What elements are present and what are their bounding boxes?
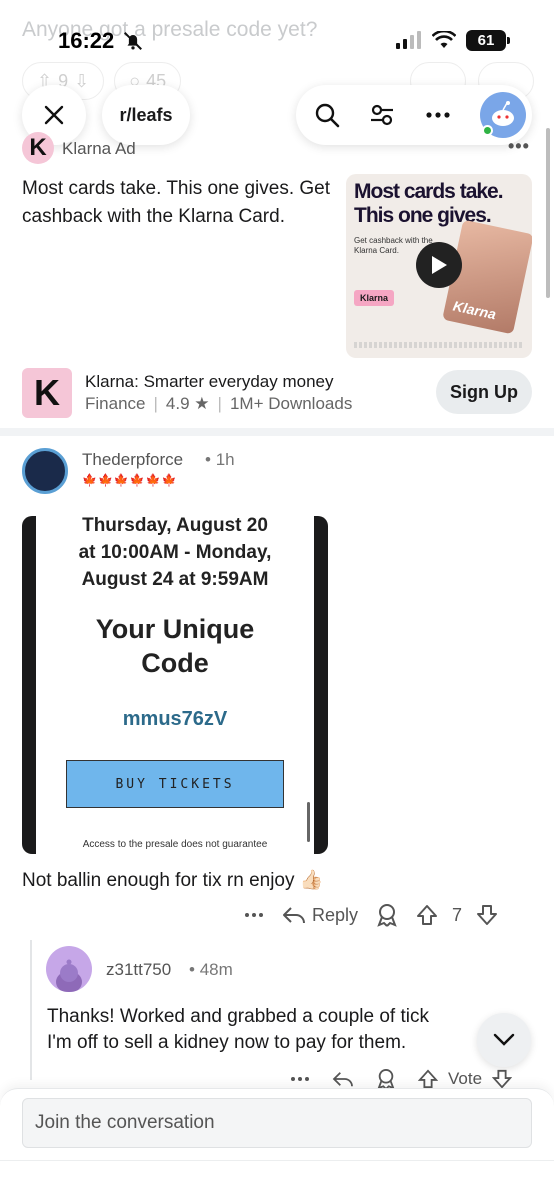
comment-username[interactable]: Thederpforce: [82, 450, 183, 470]
status-time: 16:22: [58, 28, 115, 53]
advertiser-name[interactable]: Klarna Ad: [62, 139, 136, 159]
more-button[interactable]: [425, 102, 451, 128]
access-disclaimer: Access to the presale does not guarantee: [82, 839, 268, 850]
reply-more-button[interactable]: [290, 1076, 310, 1082]
downvote-icon: ⇩: [74, 70, 90, 91]
downvote-icon[interactable]: [476, 904, 498, 926]
app-category: Finance: [85, 394, 146, 413]
app-icon[interactable]: K: [22, 368, 72, 418]
reply-username[interactable]: z31tt750: [106, 960, 171, 980]
reply-award-button[interactable]: [376, 1068, 396, 1090]
search-icon: [315, 103, 340, 128]
award-icon: [377, 904, 397, 927]
comment-image[interactable]: Thursday, August 20 at 10:00AM - Monday,…: [22, 516, 328, 854]
advertiser-logo[interactable]: K: [22, 132, 54, 164]
sort-button[interactable]: [369, 102, 395, 128]
reply-body-line1: Thanks! Worked and grabbed a couple of t…: [47, 1006, 429, 1027]
sign-up-button[interactable]: Sign Up: [436, 370, 532, 414]
presale-code: mmus76zV: [122, 708, 228, 730]
app-rating-value: 4.9: [165, 394, 190, 413]
advertiser-name-text: Klarna: [62, 139, 112, 158]
ad-image-brand: Klarna: [354, 290, 395, 306]
meta-separator: |: [217, 394, 222, 413]
ad-image-headline: Most cards take. This one gives.: [354, 180, 504, 228]
search-button[interactable]: [314, 102, 340, 128]
ad-more-options-button[interactable]: •••: [508, 136, 530, 157]
subreddit-button[interactable]: r/leafs: [102, 85, 190, 145]
reply-button[interactable]: Reply: [282, 905, 358, 926]
battery-indicator: 61: [466, 29, 510, 51]
presale-dates: Thursday, August 20 at 10:00AM - Monday,…: [36, 516, 314, 593]
wifi-icon: [432, 31, 456, 48]
ad-fine-print: [354, 342, 524, 348]
bell-muted-icon: [124, 32, 142, 50]
join-conversation-input[interactable]: Join the conversation: [22, 1098, 532, 1148]
app-rating: 4.9 ★: [166, 394, 210, 414]
presale-dates-line3: August 24 at 9:59AM: [81, 569, 269, 590]
ad-video-thumbnail[interactable]: Most cards take. This one gives. Get cas…: [346, 174, 532, 358]
ad-image-headline-line1: Most cards take.: [354, 180, 504, 203]
buy-tickets-button-image: BUY TICKETS: [66, 760, 284, 808]
presale-dates-line2: at 10:00AM - Monday,: [78, 542, 272, 563]
unique-code-heading-line1: Your Unique: [95, 614, 255, 644]
award-button[interactable]: [376, 903, 398, 927]
vote-controls: 7: [416, 904, 498, 926]
vote-count: 7: [452, 904, 463, 925]
reply-icon: [283, 907, 305, 924]
bottom-separator: [0, 1160, 554, 1161]
sliders-icon: [371, 104, 394, 126]
chevron-down-icon: [493, 1033, 515, 1046]
thread-line[interactable]: [30, 940, 32, 1080]
upvote-icon[interactable]: [418, 1069, 438, 1089]
reply-label: Reply: [312, 904, 359, 925]
reply-vote-controls: Vote: [418, 1069, 513, 1089]
commenter-avatar[interactable]: [22, 448, 68, 494]
screenshot-scrollbar: [307, 802, 310, 842]
comment-time-value: 1h: [215, 450, 235, 469]
more-dots-icon: [291, 1077, 309, 1081]
section-divider: [0, 428, 554, 436]
close-icon: [44, 105, 64, 125]
vote-label: Vote: [448, 1069, 483, 1088]
app-meta: Finance | 4.9 ★ | 1M+ Downloads: [85, 394, 352, 414]
reply-avatar[interactable]: [46, 946, 92, 992]
ad-text[interactable]: Most cards take. This one gives. Get cas…: [22, 175, 340, 231]
comment-more-button[interactable]: [244, 912, 264, 918]
award-icon: [377, 1069, 395, 1090]
unique-code-heading-line2: Code: [141, 648, 209, 678]
reply-icon: [332, 1072, 353, 1087]
play-button[interactable]: [416, 242, 462, 288]
reply-timestamp: • 48m: [189, 960, 233, 979]
comment-body: Not ballin enough for tix rn enjoy 👍🏻: [22, 870, 324, 891]
reply-body-line2: I'm off to sell a kidney now to pay for …: [47, 1032, 407, 1053]
ad-label: Ad: [114, 139, 136, 158]
status-icons: 61: [396, 28, 510, 52]
downvote-icon[interactable]: [492, 1069, 513, 1089]
more-dots-icon: [245, 913, 263, 917]
presale-dates-line1: Thursday, August 20: [82, 516, 268, 536]
collapse-button[interactable]: [477, 1013, 531, 1067]
user-avatar[interactable]: [479, 92, 526, 138]
comment-actions: Reply 7: [244, 900, 498, 930]
upvote-icon[interactable]: [416, 904, 438, 926]
app-downloads: 1M+ Downloads: [229, 394, 353, 413]
card-brand: Klarna: [451, 297, 498, 323]
topbar-actions: [296, 85, 532, 145]
snoo-avatar-icon: [56, 959, 82, 992]
scroll-indicator: [546, 128, 550, 298]
user-flair: 🍁🍁🍁🍁🍁🍁: [82, 473, 178, 487]
play-icon: [432, 256, 447, 274]
online-status-dot: [481, 125, 493, 136]
more-dots-icon: [426, 112, 450, 118]
meta-separator: |: [153, 394, 158, 413]
reply-reply-button[interactable]: [332, 1070, 354, 1088]
unique-code-heading: Your Unique Code: [36, 612, 314, 680]
star-icon: ★: [194, 394, 210, 413]
comment-timestamp: • 1h: [205, 450, 235, 469]
reply-body: Thanks! Worked and grabbed a couple of t…: [47, 1004, 487, 1056]
signal-icon: [396, 31, 421, 49]
reply-time-value: 48m: [199, 960, 233, 979]
screenshot-content: Thursday, August 20 at 10:00AM - Monday,…: [36, 516, 314, 854]
app-name[interactable]: Klarna: Smarter everyday money: [85, 372, 334, 392]
